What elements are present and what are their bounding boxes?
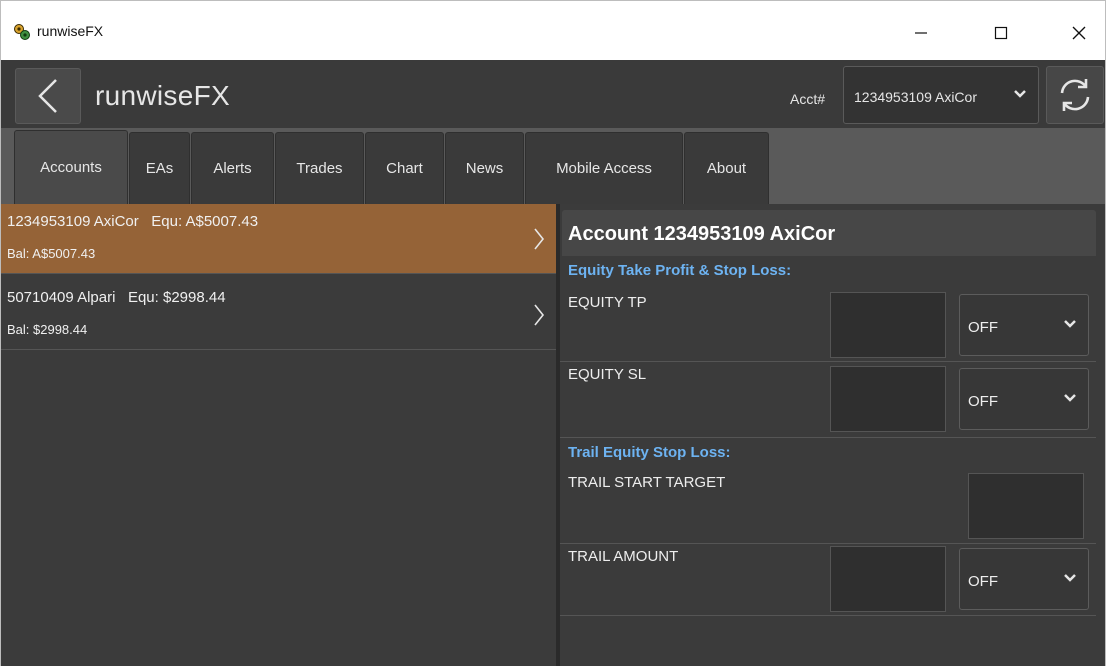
- chevron-down-icon: [1064, 320, 1076, 328]
- account-name: 50710409 Alpari Equ: $2998.44: [7, 289, 226, 306]
- account-detail-panel: Account 1234953109 AxiCor Equity Take Pr…: [560, 204, 1106, 666]
- equity-tp-input[interactable]: [830, 292, 946, 358]
- app-header: runwiseFX Acct# 1234953109 AxiCor: [0, 60, 1106, 128]
- tab-label: About: [706, 160, 747, 177]
- back-arrow-icon: [38, 79, 57, 113]
- chevron-down-icon: [1014, 90, 1026, 98]
- account-list-item[interactable]: 50710409 Alpari Equ: $2998.44 Bal: $2998…: [1, 280, 557, 350]
- tab-alerts[interactable]: Alerts: [191, 132, 274, 204]
- window-title: runwiseFX: [37, 23, 104, 39]
- trail-amount-label: TRAIL AMOUNT: [568, 548, 679, 565]
- tab-about[interactable]: About: [684, 132, 769, 204]
- acct-label: Acct#: [790, 91, 826, 107]
- app-title: runwiseFX: [95, 80, 230, 111]
- detail-header: Account 1234953109 AxiCor: [562, 210, 1096, 256]
- account-list: 1234953109 AxiCor Equ: A$5007.43 Bal: A$…: [0, 204, 557, 666]
- tab-label: Mobile Access: [556, 160, 652, 177]
- maximize-icon: [994, 26, 1008, 40]
- tab-chart[interactable]: Chart: [365, 132, 444, 204]
- trail-amount-mode-select[interactable]: OFF: [959, 548, 1089, 610]
- chevron-right-icon: [534, 228, 545, 250]
- tab-trades[interactable]: Trades: [275, 132, 364, 204]
- trail-amount-mode-value: OFF: [968, 573, 998, 590]
- tab-mobile-access[interactable]: Mobile Access: [525, 132, 683, 204]
- detail-title: Account 1234953109 AxiCor: [568, 223, 836, 245]
- tab-news[interactable]: News: [445, 132, 524, 204]
- equity-sl-mode-value: OFF: [968, 393, 998, 410]
- chevron-down-icon: [1064, 574, 1076, 582]
- minimize-icon: [915, 32, 927, 34]
- tab-eas[interactable]: EAs: [129, 132, 190, 204]
- minimize-button[interactable]: [898, 15, 944, 51]
- account-balance: Bal: A$5007.43: [7, 246, 96, 261]
- tab-label: Accounts: [40, 159, 102, 176]
- tab-label: Trades: [296, 160, 343, 177]
- trail-start-label: TRAIL START TARGET: [568, 474, 726, 491]
- account-equity: Equ: $2998.44: [127, 289, 226, 306]
- maximize-button[interactable]: [978, 15, 1024, 51]
- tab-label: EAs: [145, 160, 174, 177]
- account-select-value: 1234953109 AxiCor: [854, 89, 977, 105]
- equity-sl-mode-select[interactable]: OFF: [959, 368, 1089, 430]
- close-icon: [1072, 26, 1086, 40]
- app-gears-icon: [14, 24, 30, 40]
- account-name-text: 1234953109 AxiCor: [7, 213, 139, 230]
- tab-label: Chart: [386, 160, 423, 177]
- equity-section-title: Equity Take Profit & Stop Loss:: [568, 262, 792, 279]
- back-button[interactable]: [15, 68, 81, 124]
- tab-bar: Accounts EAs Alerts Trades Chart News Mo…: [0, 128, 1106, 204]
- chevron-down-icon: [1064, 394, 1076, 402]
- equity-sl-input[interactable]: [830, 366, 946, 432]
- refresh-button[interactable]: [1046, 66, 1104, 124]
- chevron-right-icon: [534, 304, 545, 326]
- equity-sl-row: EQUITY SL OFF: [560, 362, 1096, 438]
- equity-tp-mode-value: OFF: [968, 319, 998, 336]
- tab-label: News: [465, 160, 504, 177]
- equity-tp-mode-select[interactable]: OFF: [959, 294, 1089, 356]
- trail-start-row: TRAIL START TARGET: [560, 470, 1096, 544]
- window-titlebar: runwiseFX: [0, 0, 1106, 60]
- refresh-icon: [1060, 79, 1090, 111]
- account-balance: Bal: $2998.44: [7, 322, 88, 337]
- equity-sl-label: EQUITY SL: [568, 366, 647, 383]
- account-list-item[interactable]: 1234953109 AxiCor Equ: A$5007.43 Bal: A$…: [1, 204, 557, 274]
- account-select[interactable]: 1234953109 AxiCor: [843, 66, 1039, 124]
- equity-tp-row: EQUITY TP OFF: [560, 290, 1096, 362]
- account-equity: Equ: A$5007.43: [151, 213, 259, 230]
- close-button[interactable]: [1056, 15, 1102, 51]
- trail-amount-input[interactable]: [830, 546, 946, 612]
- account-name: 1234953109 AxiCor Equ: A$5007.43: [7, 213, 258, 230]
- account-name-text: 50710409 Alpari: [7, 289, 116, 306]
- trail-start-input[interactable]: [968, 473, 1084, 539]
- tab-label: Alerts: [213, 160, 252, 177]
- equity-tp-label: EQUITY TP: [568, 294, 647, 311]
- trail-section-title: Trail Equity Stop Loss:: [568, 444, 731, 461]
- trail-amount-row: TRAIL AMOUNT OFF: [560, 544, 1096, 616]
- tab-accounts[interactable]: Accounts: [14, 130, 128, 204]
